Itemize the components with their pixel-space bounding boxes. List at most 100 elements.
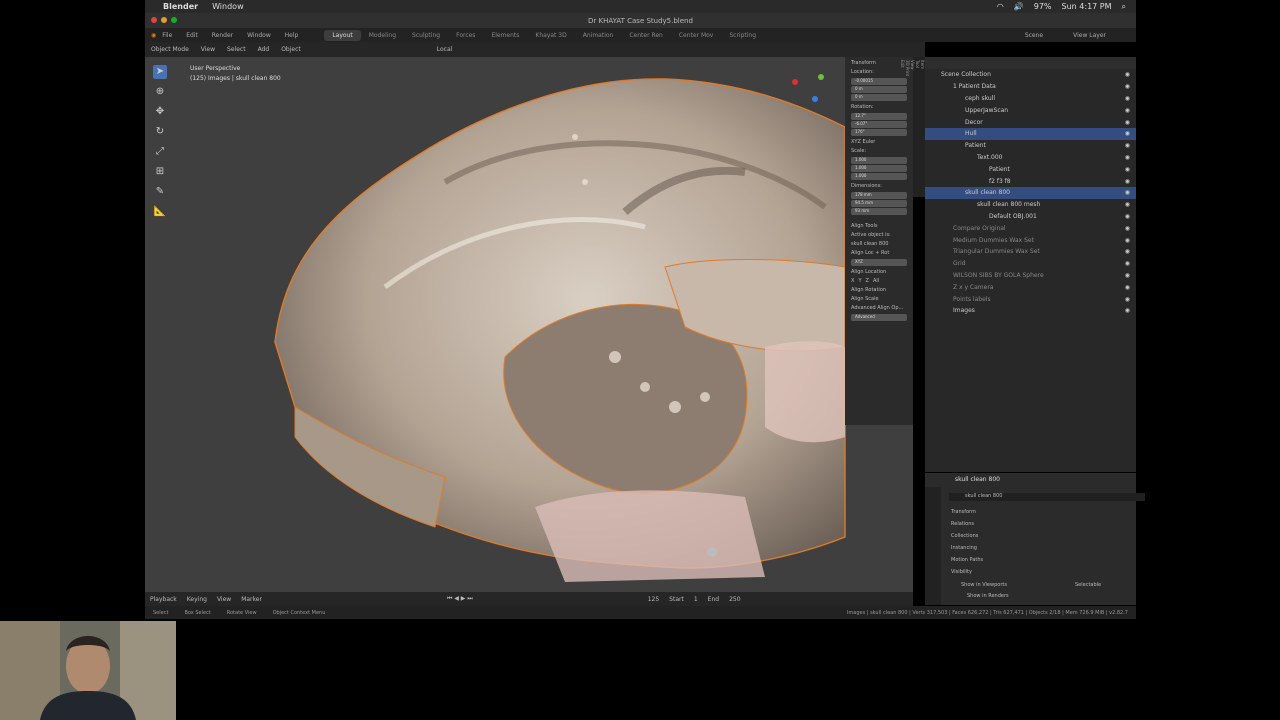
- outliner-item[interactable]: skull clean 800 ◉: [925, 186, 1136, 199]
- scene-selector[interactable]: Scene: [1025, 32, 1043, 39]
- tab-sculpting[interactable]: Sculpting: [404, 30, 448, 41]
- menu-view[interactable]: View: [201, 46, 215, 53]
- eye-icon[interactable]: ◉: [1125, 237, 1130, 244]
- outliner-item[interactable]: Medium Dummies Wax Set ◉: [925, 234, 1136, 246]
- euler-dropdown[interactable]: XYZ Euler: [851, 139, 907, 145]
- outliner-item[interactable]: UpperJawScan ◉: [925, 104, 1136, 116]
- tab-tool[interactable]: Tool: [915, 57, 920, 197]
- menu-marker[interactable]: Marker: [241, 596, 262, 603]
- eye-icon[interactable]: ◉: [1125, 213, 1130, 220]
- orientation-dropdown[interactable]: Local: [437, 46, 453, 53]
- dimension-z-field[interactable]: 93 mm: [851, 208, 907, 215]
- tab-3d-print[interactable]: 3D Print: [905, 57, 910, 197]
- minimize-window-button[interactable]: [161, 17, 167, 23]
- window-menu[interactable]: Window: [212, 2, 244, 11]
- menu-keying[interactable]: Keying: [187, 596, 207, 603]
- menu-view-timeline[interactable]: View: [217, 596, 231, 603]
- panel-visibility[interactable]: Visibility: [951, 569, 972, 575]
- dimension-y-field[interactable]: 94.5 mm: [851, 200, 907, 207]
- panel-transform[interactable]: Transform: [951, 509, 976, 515]
- panel-relations[interactable]: Relations: [951, 521, 974, 527]
- eye-icon[interactable]: ◉: [1125, 201, 1130, 208]
- end-frame-field[interactable]: 250: [729, 596, 740, 603]
- scale-tool[interactable]: ⤢: [153, 145, 167, 159]
- menu-help[interactable]: Help: [285, 32, 299, 39]
- selectable-checkbox[interactable]: Selectable: [1075, 582, 1101, 588]
- scale-z-field[interactable]: 1.000: [851, 173, 907, 180]
- eye-icon[interactable]: ◉: [1125, 272, 1130, 279]
- outliner-item[interactable]: Text.000 ◉: [925, 152, 1136, 164]
- location-y-field[interactable]: 0 m: [851, 86, 907, 93]
- align-z-button[interactable]: Z: [866, 278, 869, 284]
- tab-center-mov[interactable]: Center Mov: [671, 30, 722, 41]
- outliner-item[interactable]: Points labels ◉: [925, 293, 1136, 305]
- transform-header[interactable]: Transform: [851, 60, 907, 66]
- app-menu[interactable]: Blender: [163, 2, 198, 11]
- scale-x-field[interactable]: 1.000: [851, 157, 907, 164]
- eye-icon[interactable]: ◉: [1125, 225, 1130, 232]
- align-all-button[interactable]: All: [873, 278, 879, 284]
- menu-playback[interactable]: Playback: [150, 596, 177, 603]
- tab-elements[interactable]: Elements: [483, 30, 527, 41]
- transform-tool[interactable]: ⊞: [153, 165, 167, 179]
- 3d-viewport[interactable]: User Perspective (125) Images | skull cl…: [145, 57, 913, 592]
- object-name-field[interactable]: skull clean 800: [949, 493, 1145, 501]
- clock[interactable]: Sun 4:17 PM: [1062, 2, 1112, 11]
- wifi-icon[interactable]: ◠: [997, 2, 1004, 11]
- show-renders-checkbox[interactable]: Show in Renders: [967, 593, 1009, 599]
- align-loc-rot-button[interactable]: XYZ: [851, 259, 907, 266]
- outliner-item[interactable]: Decor ◉: [925, 116, 1136, 128]
- scale-y-field[interactable]: 1.000: [851, 165, 907, 172]
- outliner-item[interactable]: Triangular Dummies Wax Set ◉: [925, 246, 1136, 258]
- panel-instancing[interactable]: Instancing: [951, 545, 977, 551]
- move-tool[interactable]: ✥: [153, 105, 167, 119]
- eye-icon[interactable]: ◉: [1125, 130, 1130, 137]
- eye-icon[interactable]: ◉: [1125, 178, 1130, 185]
- outliner-item[interactable]: Patient ◉: [925, 163, 1136, 175]
- current-frame-field[interactable]: 125: [648, 596, 659, 603]
- eye-icon[interactable]: ◉: [1125, 296, 1130, 303]
- outliner-item[interactable]: Images ◉: [925, 305, 1136, 317]
- location-x-field[interactable]: -0.00015: [851, 78, 907, 85]
- align-tools-header[interactable]: Align Tools: [851, 223, 907, 229]
- eye-icon[interactable]: ◉: [1125, 154, 1130, 161]
- dimension-x-field[interactable]: 178 mm: [851, 192, 907, 199]
- menu-add[interactable]: Add: [258, 46, 270, 53]
- play-controls[interactable]: ⏮ ◀ ▶ ⏭: [447, 595, 473, 603]
- close-window-button[interactable]: [151, 17, 157, 23]
- show-viewports-checkbox[interactable]: Show in Viewports: [961, 582, 1007, 588]
- outliner-item[interactable]: Hull ◉: [925, 127, 1136, 140]
- volume-icon[interactable]: 🔊: [1014, 2, 1024, 11]
- battery-percent[interactable]: 97%: [1034, 2, 1052, 11]
- zoom-window-button[interactable]: [171, 17, 177, 23]
- select-box-tool[interactable]: ➤: [153, 65, 167, 79]
- tab-layout[interactable]: Layout: [324, 29, 361, 41]
- tab-scripting[interactable]: Scripting: [721, 30, 764, 41]
- outliner-item[interactable]: Compare Original ◉: [925, 222, 1136, 234]
- start-frame-field[interactable]: 1: [694, 596, 698, 603]
- outliner-item[interactable]: Default OBJ.001 ◉: [925, 211, 1136, 223]
- location-z-field[interactable]: 0 m: [851, 94, 907, 101]
- rotation-z-field[interactable]: 176°: [851, 129, 907, 136]
- advanced-button[interactable]: Advanced: [851, 314, 907, 321]
- menu-object[interactable]: Object: [281, 46, 301, 53]
- view-layer-selector[interactable]: View Layer: [1073, 32, 1106, 39]
- tab-forces[interactable]: Forces: [448, 30, 483, 41]
- eye-icon[interactable]: ◉: [1125, 71, 1130, 78]
- menu-edit[interactable]: Edit: [186, 32, 198, 39]
- search-icon[interactable]: ⌕: [1122, 2, 1126, 12]
- eye-icon[interactable]: ◉: [1125, 107, 1130, 114]
- outliner-item[interactable]: Patient ◉: [925, 140, 1136, 152]
- eye-icon[interactable]: ◉: [1125, 260, 1130, 267]
- tab-edit[interactable]: Edit: [900, 57, 905, 197]
- object-mode-dropdown[interactable]: Object Mode: [151, 46, 189, 53]
- eye-icon[interactable]: ◉: [1125, 248, 1130, 255]
- eye-icon[interactable]: ◉: [1125, 284, 1130, 291]
- eye-icon[interactable]: ◉: [1125, 95, 1130, 102]
- eye-icon[interactable]: ◉: [1125, 307, 1130, 314]
- eye-icon[interactable]: ◉: [1125, 142, 1130, 149]
- panel-motion-paths[interactable]: Motion Paths: [951, 557, 983, 563]
- rotate-tool[interactable]: ↻: [153, 125, 167, 139]
- eye-icon[interactable]: ◉: [1125, 166, 1130, 173]
- tab-view[interactable]: View: [910, 57, 915, 197]
